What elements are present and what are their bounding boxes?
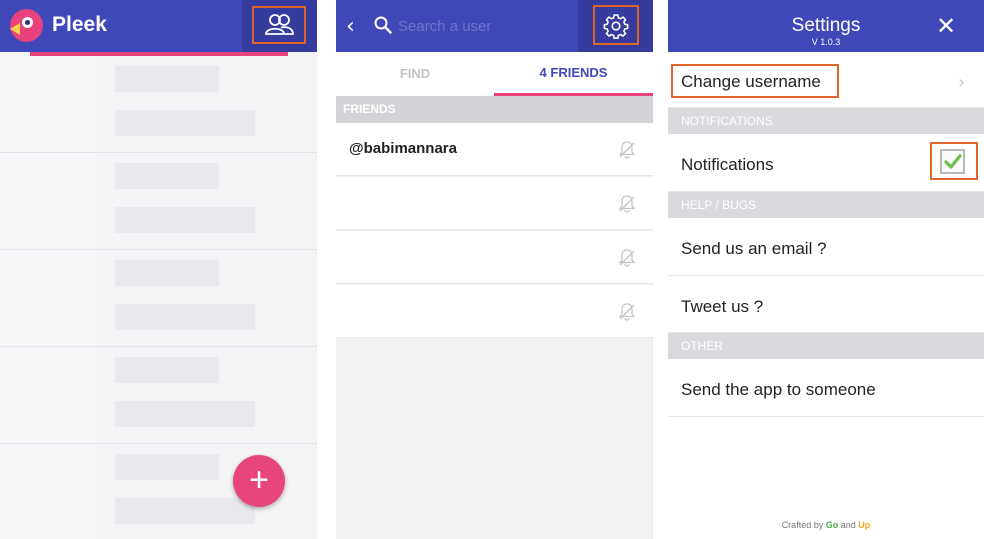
placeholder-line <box>115 207 255 233</box>
help-section-header: HELP / BUGS <box>668 192 984 218</box>
settings-screen: Settings V 1.0.3 ✕ Change username › NOT… <box>668 0 984 539</box>
settings-top-bar: Settings V 1.0.3 ✕ <box>668 0 984 52</box>
pleek-logo-icon <box>10 9 43 42</box>
mute-bell-icon[interactable] <box>617 248 637 268</box>
placeholder-line <box>115 110 255 136</box>
placeholder-line <box>115 454 219 480</box>
notifications-row[interactable]: Notifications <box>668 134 984 192</box>
feed-item[interactable] <box>0 153 317 250</box>
placeholder-line <box>115 66 219 92</box>
friend-row[interactable] <box>336 177 653 230</box>
tweet-row[interactable]: Tweet us ? <box>668 276 984 333</box>
notifications-label: Notifications <box>681 155 774 174</box>
settings-button-highlight <box>593 5 639 45</box>
mute-bell-icon[interactable] <box>617 194 637 214</box>
friends-button-highlight <box>252 6 306 44</box>
close-icon[interactable]: ✕ <box>936 12 956 40</box>
app-title: Pleek <box>52 13 107 36</box>
friend-row[interactable]: @babimannara <box>336 123 653 176</box>
footer-prefix: Crafted by <box>781 520 824 530</box>
tweet-label: Tweet us ? <box>681 297 764 316</box>
friends-section-header: FRIENDS <box>336 96 653 123</box>
footer-credits: Crafted by Go and Up <box>668 520 984 530</box>
search-icon <box>374 16 392 34</box>
tab-friends[interactable]: 4 FRIENDS <box>494 52 653 96</box>
placeholder-line <box>115 304 255 330</box>
other-section-header: OTHER <box>668 333 984 359</box>
email-row[interactable]: Send us an email ? <box>668 218 984 276</box>
friend-row[interactable] <box>336 231 653 284</box>
feed-item[interactable] <box>0 56 317 153</box>
friend-row[interactable] <box>336 285 653 338</box>
friends-tabs: FIND 4 FRIENDS <box>336 52 653 96</box>
placeholder-line <box>115 260 219 286</box>
footer-go: Go <box>825 520 839 530</box>
back-arrow-icon[interactable]: ‹ <box>346 14 355 39</box>
tab-find[interactable]: FIND <box>336 52 494 96</box>
notifications-checkbox[interactable] <box>940 149 965 174</box>
friend-name: @babimannara <box>349 140 457 157</box>
feed-item[interactable] <box>0 250 317 347</box>
feed-item[interactable] <box>0 347 317 444</box>
share-app-row[interactable]: Send the app to someone <box>668 359 984 417</box>
footer-up: Up <box>858 520 871 530</box>
share-app-label: Send the app to someone <box>681 380 876 399</box>
search-input[interactable] <box>398 14 573 38</box>
friends-screen: ‹ FIND 4 FRIENDS FRIENDS @babimannara <box>336 0 653 539</box>
placeholder-line <box>115 401 255 427</box>
change-username-highlight <box>671 64 839 98</box>
email-label: Send us an email ? <box>681 239 827 258</box>
placeholder-line <box>115 163 219 189</box>
chevron-right-icon: › <box>958 72 966 93</box>
mute-bell-icon[interactable] <box>617 140 637 160</box>
add-button[interactable]: + <box>233 455 285 507</box>
mute-bell-icon[interactable] <box>617 302 637 322</box>
checkmark-icon <box>944 154 962 169</box>
placeholder-line <box>115 498 255 524</box>
notifications-section-header: NOTIFICATIONS <box>668 108 984 134</box>
placeholder-line <box>115 357 219 383</box>
home-screen: Pleek + <box>0 0 317 539</box>
footer-and: and <box>840 520 856 530</box>
